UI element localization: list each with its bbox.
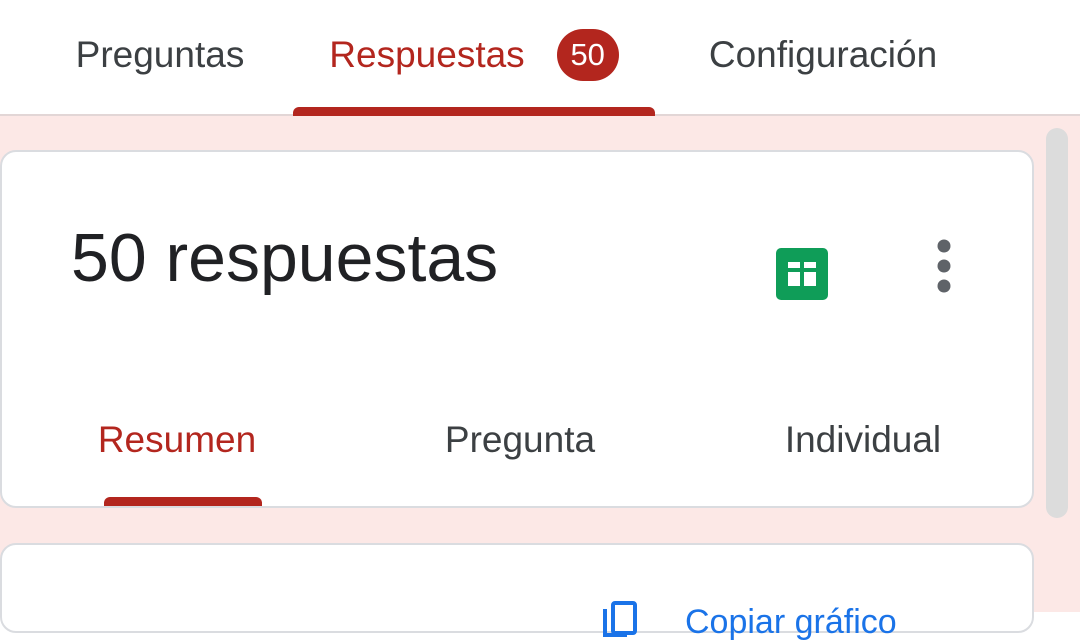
tab-respuestas[interactable]: Respuestas 50	[293, 0, 655, 116]
tab-preguntas[interactable]: Preguntas	[40, 0, 280, 116]
active-tab-indicator	[293, 107, 655, 116]
subtab-pregunta[interactable]: Pregunta	[402, 410, 638, 470]
top-tab-bar: Preguntas Respuestas 50 Configuración	[0, 0, 1080, 116]
subtab-resumen[interactable]: Resumen	[62, 410, 292, 470]
copy-chart-button[interactable]: Copiar gráfico	[599, 599, 897, 641]
sheets-link-button[interactable]	[776, 248, 828, 300]
tab-configuracion-label: Configuración	[708, 34, 938, 75]
sheets-icon	[788, 262, 816, 286]
responses-content[interactable]: 50 respuestas Resumen Pregunta Individua…	[0, 116, 1080, 641]
copy-chart-label: Copiar gráfico	[685, 603, 897, 641]
responses-summary-card: 50 respuestas Resumen Pregunta Individua…	[0, 150, 1034, 508]
responses-count-title: 50 respuestas	[71, 220, 499, 296]
more-options-button[interactable]	[922, 238, 966, 298]
responses-count-badge: 50	[556, 29, 619, 81]
subtab-individual[interactable]: Individual	[742, 410, 984, 470]
more-vert-icon	[937, 239, 951, 293]
subtab-pregunta-label: Pregunta	[444, 419, 596, 460]
tab-respuestas-label: Respuestas	[329, 34, 525, 75]
copy-icon	[599, 599, 639, 639]
subtab-individual-label: Individual	[784, 419, 942, 460]
subtab-resumen-label: Resumen	[97, 419, 257, 460]
question-summary-card: Copiar gráfico	[0, 543, 1034, 641]
scrollbar-thumb[interactable]	[1046, 128, 1068, 518]
tab-preguntas-label: Preguntas	[75, 34, 245, 75]
tab-configuracion[interactable]: Configuración	[668, 0, 978, 116]
active-subtab-indicator	[104, 497, 262, 506]
